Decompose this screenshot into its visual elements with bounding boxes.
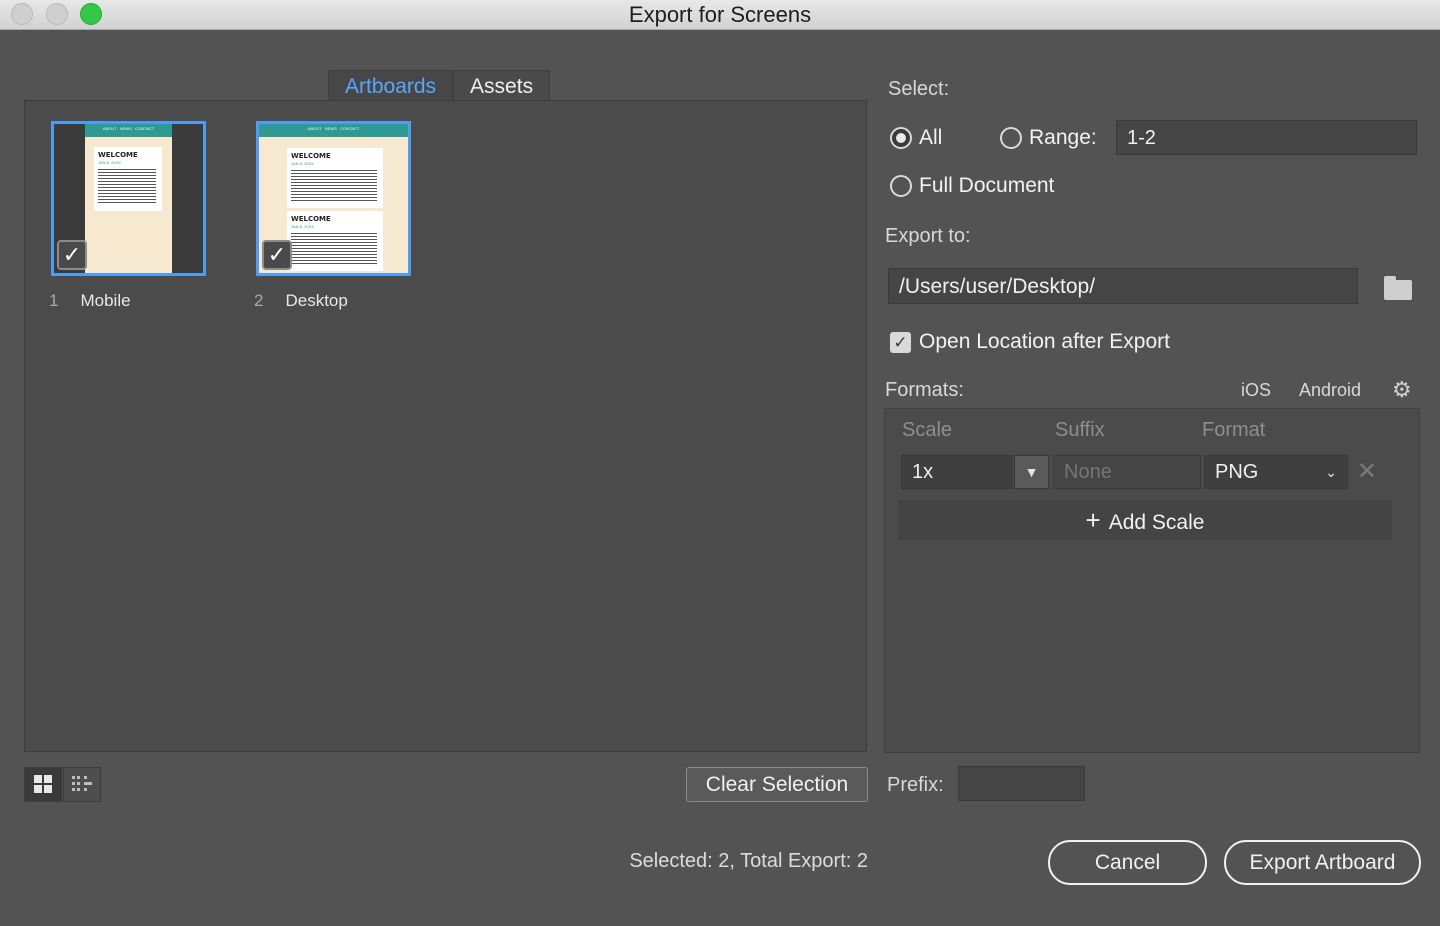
radio-full-document-label: Full Document — [919, 174, 1055, 197]
export-path-input[interactable]: /Users/user/Desktop/ — [888, 268, 1358, 304]
preview-heading: WELCOME — [98, 151, 138, 159]
tab-assets[interactable]: Assets — [453, 70, 551, 101]
format-select[interactable]: PNG ⌄ — [1204, 455, 1348, 489]
add-scale-button[interactable]: + Add Scale — [898, 500, 1392, 540]
open-location-label: Open Location after Export — [919, 330, 1170, 353]
preview-nav-bar: ABOUT NEWS CONTACT — [85, 124, 172, 137]
radio-full-document[interactable] — [890, 175, 912, 197]
preview-nav-text: ABOUT NEWS CONTACT — [102, 126, 155, 131]
artboard-thumbnail-desktop[interactable]: ABOUT NEWS CONTACT WELCOME JAN 8, 20XX W… — [256, 121, 411, 276]
preview-card: WELCOME JAN 8, 20XX — [287, 211, 383, 271]
range-input[interactable]: 1-2 — [1116, 120, 1417, 155]
export-artboard-button[interactable]: Export Artboard — [1224, 840, 1421, 885]
android-preset-link[interactable]: Android — [1299, 380, 1361, 401]
preview-text-lines — [291, 170, 377, 202]
artboard-label-mobile: 1 Mobile — [49, 291, 131, 311]
artboard-label-desktop: 2 Desktop — [254, 291, 348, 311]
title-bar: Export for Screens — [0, 0, 1440, 30]
preview-text-lines — [291, 233, 377, 265]
select-label: Select: — [888, 78, 950, 100]
ios-preset-link[interactable]: iOS — [1241, 380, 1271, 401]
window-title: Export for Screens — [628, 2, 812, 27]
radio-all-label: All — [919, 126, 943, 149]
tab-bar: Artboards Assets — [328, 70, 551, 101]
artboard-thumbnail-mobile[interactable]: ABOUT NEWS CONTACT WELCOME JAN 8, 20XX ✓ — [51, 121, 206, 276]
list-view-button[interactable] — [63, 767, 101, 802]
suffix-input[interactable] — [1053, 455, 1201, 489]
artboard-grid: ABOUT NEWS CONTACT WELCOME JAN 8, 20XX ✓… — [24, 100, 867, 752]
plus-icon: + — [1085, 505, 1101, 535]
prefix-label: Prefix: — [887, 774, 944, 796]
preview-heading: WELCOME — [291, 152, 331, 160]
tab-artboards[interactable]: Artboards — [328, 70, 454, 101]
preview-card: WELCOME JAN 8, 20XX — [287, 148, 383, 208]
preview-text-lines — [98, 169, 156, 205]
gear-icon[interactable]: ⚙ — [1392, 378, 1414, 402]
artboard-checkbox-mobile[interactable]: ✓ — [57, 240, 87, 270]
suffix-column-header: Suffix — [1055, 419, 1105, 441]
remove-scale-icon[interactable]: ✕ — [1357, 458, 1377, 486]
radio-all[interactable] — [890, 127, 912, 149]
artboard-name: Mobile — [80, 291, 131, 310]
format-select-value: PNG — [1215, 461, 1259, 483]
scale-dropdown-button[interactable]: ▼ — [1014, 455, 1049, 489]
formats-label: Formats: — [885, 379, 964, 401]
preview-nav-bar: ABOUT NEWS CONTACT — [259, 124, 408, 137]
open-location-checkbox[interactable]: ✓ — [890, 332, 911, 353]
chevron-down-icon: ⌄ — [1325, 464, 1337, 480]
clear-selection-button[interactable]: Clear Selection — [686, 767, 868, 802]
artboard-number: 2 — [254, 291, 264, 310]
grid-view-button[interactable] — [24, 767, 62, 802]
scale-input[interactable]: 1x — [901, 455, 1013, 489]
cancel-button[interactable]: Cancel — [1048, 840, 1207, 885]
radio-range[interactable] — [1000, 127, 1022, 149]
add-scale-label: Add Scale — [1108, 511, 1205, 534]
list-view-icon — [72, 776, 92, 791]
preview-card: WELCOME JAN 8, 20XX — [94, 147, 162, 211]
preview-heading: WELCOME — [291, 215, 331, 223]
radio-range-label: Range: — [1029, 126, 1097, 149]
artboard-name: Desktop — [285, 291, 348, 310]
preview-subheading: JAN 8, 20XX — [291, 224, 314, 229]
grid-view-icon — [34, 775, 52, 793]
artboard-checkbox-desktop[interactable]: ✓ — [262, 240, 292, 270]
preview-nav-text: ABOUT NEWS CONTACT — [307, 126, 360, 131]
artboard-number: 1 — [49, 291, 59, 310]
export-to-label: Export to: — [885, 225, 971, 247]
preview-subheading: JAN 8, 20XX — [98, 160, 121, 165]
scale-column-header: Scale — [902, 419, 953, 441]
prefix-input[interactable] — [958, 766, 1085, 801]
folder-icon[interactable] — [1384, 276, 1412, 300]
selection-status: Selected: 2, Total Export: 2 — [629, 850, 868, 872]
artboard-preview: ABOUT NEWS CONTACT WELCOME JAN 8, 20XX — [85, 124, 172, 273]
preview-subheading: JAN 8, 20XX — [291, 161, 314, 166]
format-column-header: Format — [1202, 419, 1266, 441]
